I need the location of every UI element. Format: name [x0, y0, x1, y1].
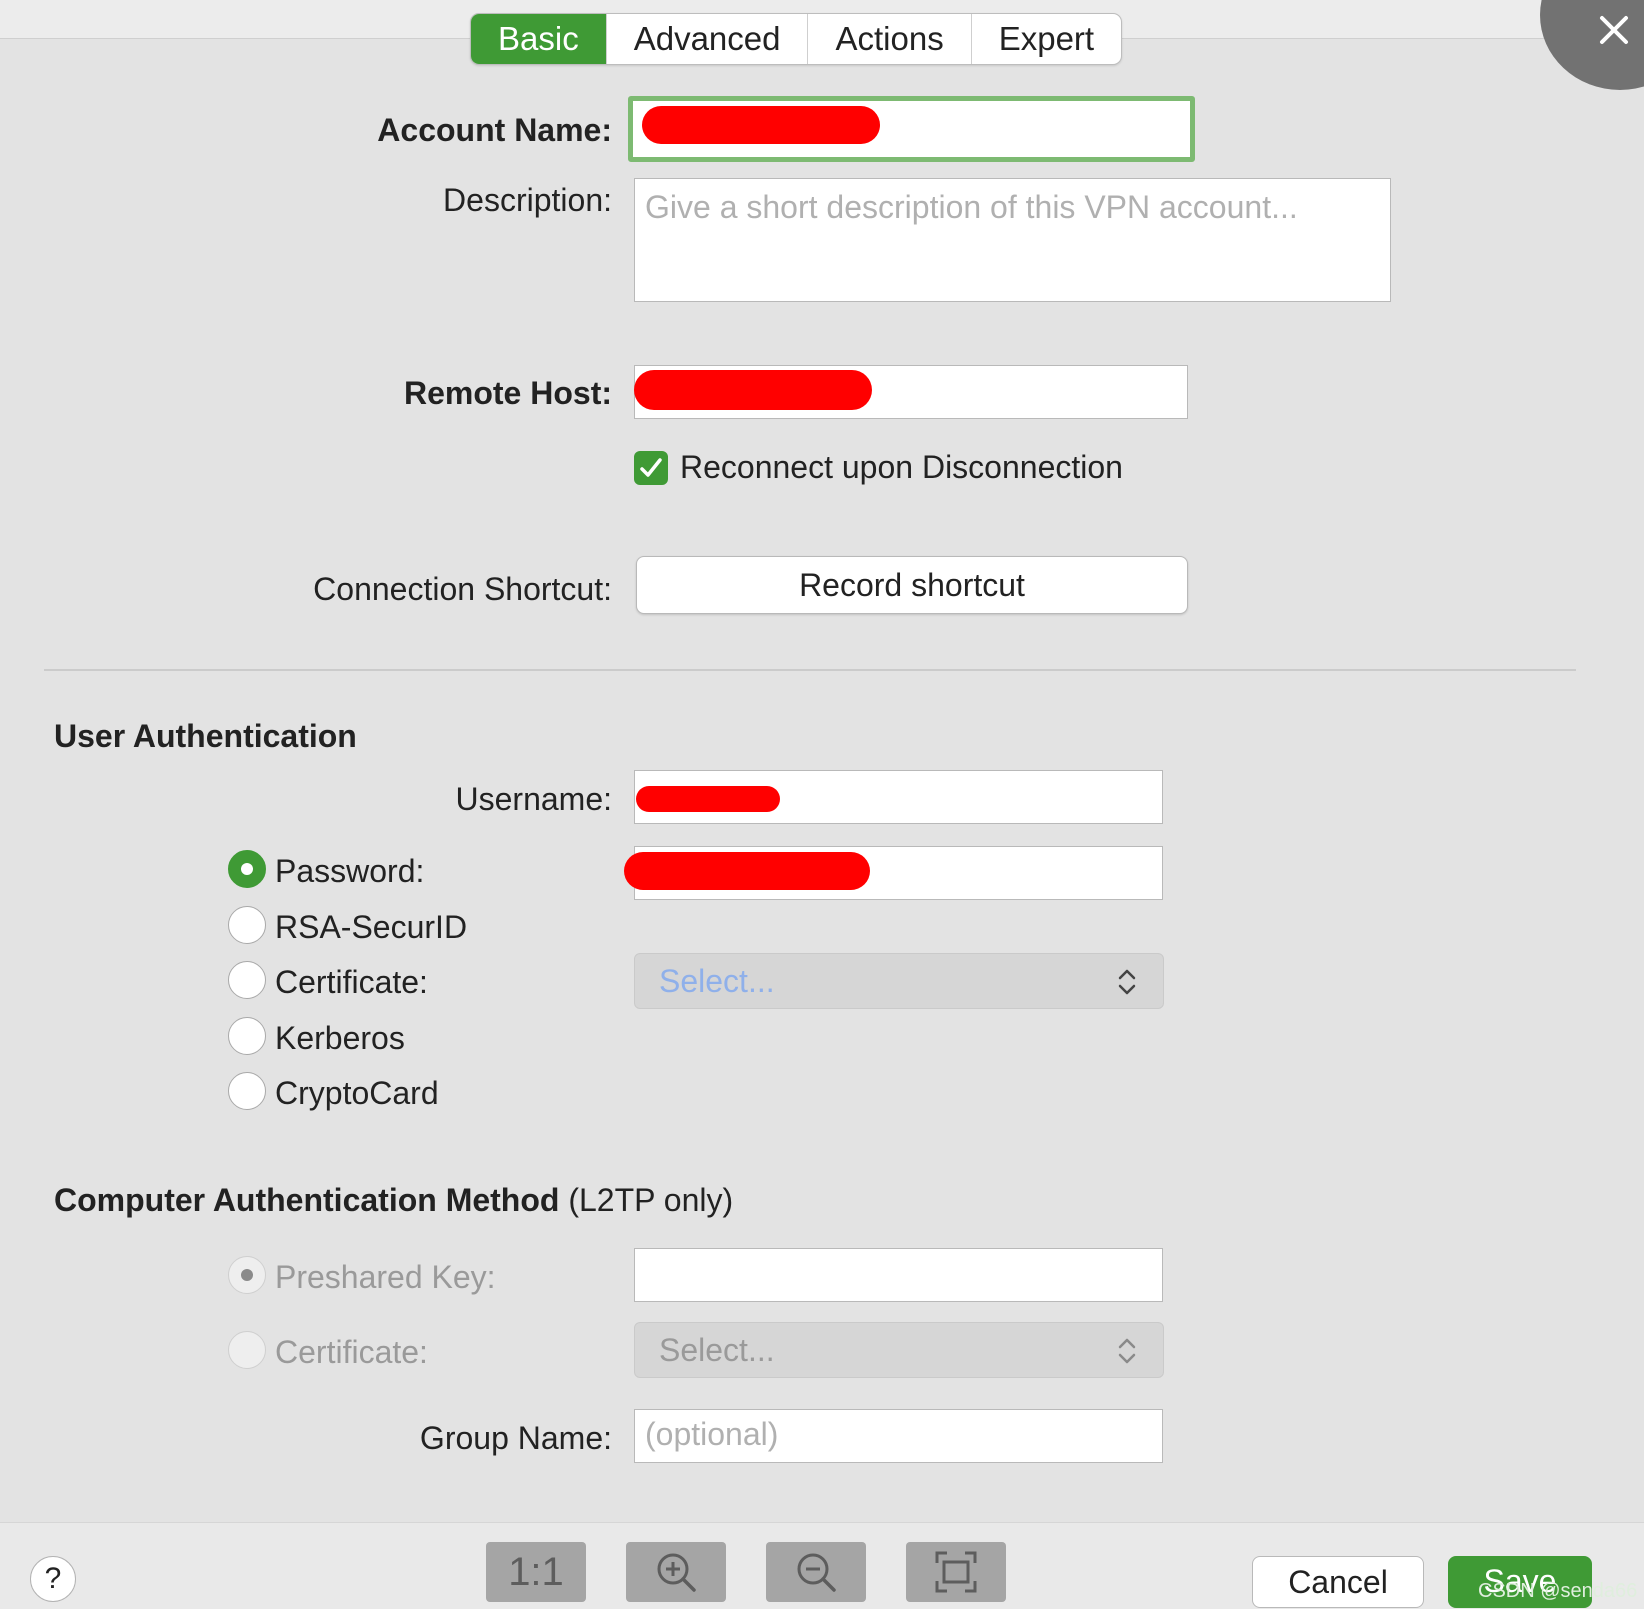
computer-certificate-select-value: Select...	[659, 1332, 775, 1368]
redaction-mark	[636, 786, 780, 812]
tab-actions[interactable]: Actions	[808, 14, 972, 64]
group-name-placeholder: (optional)	[645, 1416, 779, 1452]
radio-preshared-key[interactable]	[228, 1256, 266, 1294]
zoom-actual-size-button[interactable]: 1:1	[486, 1542, 586, 1602]
description-input[interactable]: Give a short description of this VPN acc…	[634, 178, 1391, 302]
zoom-in-button[interactable]	[626, 1542, 726, 1602]
radio-computer-certificate[interactable]	[228, 1331, 266, 1369]
reconnect-checkbox[interactable]	[634, 451, 668, 485]
redaction-mark	[642, 106, 880, 144]
zoom-in-icon	[657, 1553, 696, 1592]
kerberos-label: Kerberos	[275, 1020, 405, 1056]
computer-certificate-label: Certificate:	[275, 1334, 428, 1370]
rsa-securid-label: RSA-SecurID	[275, 909, 468, 945]
close-icon[interactable]	[1590, 6, 1638, 54]
tab-bar: Basic Advanced Actions Expert	[470, 13, 1123, 65]
certificate-select[interactable]: Select...	[634, 953, 1164, 1009]
radio-rsa-securid[interactable]	[228, 906, 266, 944]
group-name-input[interactable]: (optional)	[634, 1409, 1163, 1463]
tab-expert[interactable]: Expert	[972, 14, 1121, 64]
help-button[interactable]: ?	[30, 1556, 76, 1602]
fit-window-icon	[935, 1551, 977, 1593]
computer-authentication-title: Computer Authentication Method (L2TP onl…	[54, 1182, 733, 1219]
watermark: CSDN @senda66	[1478, 1580, 1638, 1602]
certificate-select-value: Select...	[659, 963, 775, 999]
fit-to-window-button[interactable]	[906, 1542, 1006, 1602]
computer-authentication-subtitle: (L2TP only)	[568, 1182, 734, 1218]
checkmark-icon	[640, 458, 662, 477]
cryptocard-label: CryptoCard	[275, 1075, 439, 1111]
group-name-label: Group Name:	[419, 1420, 612, 1456]
remote-host-label: Remote Host:	[403, 375, 612, 411]
certificate-label: Certificate:	[275, 964, 428, 1000]
computer-certificate-select[interactable]: Select...	[634, 1322, 1164, 1378]
description-placeholder: Give a short description of this VPN acc…	[645, 189, 1298, 225]
account-name-label: Account Name:	[377, 112, 612, 148]
section-divider	[44, 669, 1576, 671]
radio-password[interactable]	[228, 850, 266, 888]
connection-shortcut-label: Connection Shortcut:	[313, 571, 612, 607]
radio-certificate[interactable]	[228, 961, 266, 999]
chevron-up-down-icon	[1118, 969, 1136, 995]
user-authentication-title: User Authentication	[54, 718, 357, 754]
username-label: Username:	[455, 781, 613, 817]
zoom-out-icon	[797, 1553, 836, 1592]
record-shortcut-button[interactable]: Record shortcut	[636, 556, 1188, 614]
description-label: Description:	[443, 182, 612, 218]
tab-advanced[interactable]: Advanced	[607, 14, 809, 64]
chevron-up-down-icon	[1118, 1338, 1136, 1364]
preshared-key-input[interactable]	[634, 1248, 1163, 1302]
zoom-out-button[interactable]	[766, 1542, 866, 1602]
tab-basic[interactable]: Basic	[471, 14, 607, 64]
preshared-key-label: Preshared Key:	[275, 1259, 496, 1295]
cancel-button[interactable]: Cancel	[1252, 1556, 1424, 1608]
redaction-mark	[624, 852, 870, 890]
radio-cryptocard[interactable]	[228, 1072, 266, 1110]
computer-authentication-heading: Computer Authentication Method	[54, 1182, 560, 1218]
password-label: Password:	[275, 853, 425, 889]
radio-kerberos[interactable]	[228, 1017, 266, 1055]
redaction-mark	[634, 370, 872, 410]
reconnect-label: Reconnect upon Disconnection	[680, 449, 1123, 485]
